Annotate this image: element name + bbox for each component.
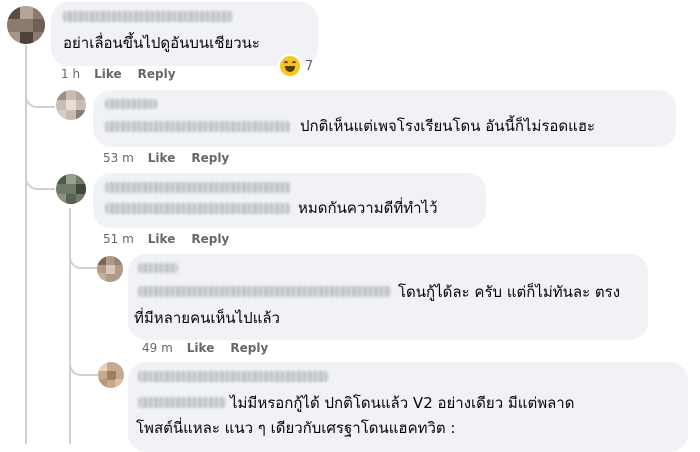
comment-bubble: หมดกันความดีที่ทำไว้ xyxy=(93,173,486,228)
comment-text: ที่มีหลายคนเห็นไปแล้ว xyxy=(134,309,280,327)
like-button[interactable]: Like xyxy=(187,341,215,355)
commenter-name[interactable] xyxy=(138,263,178,273)
commenter-name[interactable] xyxy=(105,182,290,193)
tagged-name[interactable] xyxy=(138,286,391,297)
commenter-name[interactable] xyxy=(63,11,233,22)
thread-connector xyxy=(69,245,99,269)
tagged-name[interactable] xyxy=(105,203,290,214)
comment-time[interactable]: 51 m xyxy=(103,232,134,246)
comment-actions: 49 m Like Reply xyxy=(142,341,284,355)
comment-time[interactable]: 49 m xyxy=(142,341,173,355)
like-button[interactable]: Like xyxy=(148,151,176,165)
comment-time[interactable]: 53 m xyxy=(103,151,134,165)
thread-connector xyxy=(25,80,55,108)
tagged-name[interactable] xyxy=(105,121,290,132)
comment-text: ไม่มีหรอกกู้ได้ ปกติโดนแล้ว V2 อย่างเดีย… xyxy=(230,394,575,412)
comment-text: ปกติเห็นแต่เพจโรงเรียนโดน อันนี้ก็ไม่รอด… xyxy=(300,117,596,135)
reply-button[interactable]: Reply xyxy=(230,341,268,355)
avatar[interactable] xyxy=(56,90,86,120)
comment-bubble: ไม่มีหรอกกู้ได้ ปกติโดนแล้ว V2 อย่างเดีย… xyxy=(128,362,688,452)
comment-time[interactable]: 1 h xyxy=(61,67,80,81)
comment-actions: 1 h Like Reply xyxy=(61,67,192,81)
reaction-summary[interactable]: 7 xyxy=(280,56,313,76)
reply-button[interactable]: Reply xyxy=(191,151,229,165)
comment-text: โดนกู้ได้ละ ครับ แต่ก็ไม่ทันละ ตรง xyxy=(398,283,621,301)
avatar[interactable] xyxy=(7,6,45,44)
thread-line xyxy=(25,45,27,444)
comment-bubble: ปกติเห็นแต่เพจโรงเรียนโดน อันนี้ก็ไม่รอด… xyxy=(93,90,676,147)
thread-connector xyxy=(25,160,55,190)
tagged-name[interactable] xyxy=(138,397,226,408)
reply-button[interactable]: Reply xyxy=(138,67,176,81)
thread-line xyxy=(69,208,71,444)
reply-button[interactable]: Reply xyxy=(191,232,229,246)
reaction-count: 7 xyxy=(305,58,314,74)
avatar[interactable] xyxy=(56,174,86,204)
comment-actions: 53 m Like Reply xyxy=(103,151,245,165)
like-button[interactable]: Like xyxy=(148,232,176,246)
comment-text: หมดกันความดีที่ทำไว้ xyxy=(298,199,438,217)
comment-bubble: โดนกู้ได้ละ ครับ แต่ก็ไม่ทันละ ตรง ที่มี… xyxy=(128,254,648,340)
comment-actions: 51 m Like Reply xyxy=(103,232,245,246)
laughing-emoji-icon xyxy=(280,56,300,76)
thread-connector xyxy=(69,350,101,376)
comment-text: โพสต์นี่แหละ แนว ๆ เดียวกับเศรฐาโดนแฮคทว… xyxy=(136,419,456,437)
commenter-name[interactable] xyxy=(105,99,157,109)
avatar[interactable] xyxy=(97,256,123,282)
comment-text: อย่าเลื่อนขึ้นไปดูอันบนเชียวนะ xyxy=(63,34,260,52)
avatar[interactable] xyxy=(98,362,124,388)
commenter-name[interactable] xyxy=(138,371,328,382)
comment-bubble: อย่าเลื่อนขึ้นไปดูอันบนเชียวนะ xyxy=(51,2,318,66)
like-button[interactable]: Like xyxy=(94,67,122,81)
